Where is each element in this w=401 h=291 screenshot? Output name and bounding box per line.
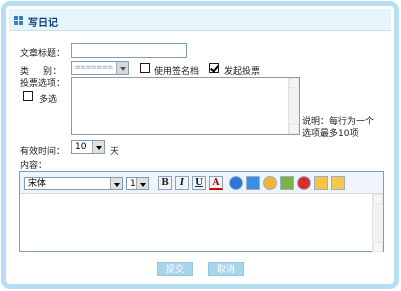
use-signature-checkbox[interactable]: [140, 63, 150, 73]
start-poll-label: 发起投票: [224, 67, 261, 77]
start-poll-checkbox[interactable]: [209, 63, 219, 73]
submit-button[interactable]: 提交: [157, 262, 193, 276]
chevron-down-icon: [136, 178, 148, 189]
chevron-down-icon: [110, 178, 122, 189]
editor-toolbar: 宋体 1 B I U A: [20, 172, 383, 194]
font-family-select[interactable]: 宋体: [24, 177, 123, 190]
underline-icon[interactable]: U: [192, 176, 206, 190]
media-icon[interactable]: [314, 176, 328, 190]
font-family-value: 宋体: [28, 179, 47, 189]
rich-text-editor[interactable]: 宋体 1 B I U A: [19, 171, 384, 252]
poll-note-line2: 选项最多10项: [302, 129, 359, 139]
poll-options-textarea[interactable]: [71, 77, 300, 135]
refresh-icon[interactable]: [246, 176, 260, 190]
emoticon-icon[interactable]: [263, 176, 277, 190]
scroll-down-icon[interactable]: [373, 242, 383, 252]
chevron-down-icon: [116, 62, 128, 74]
valid-time-value: 10: [75, 142, 87, 152]
font-color-icon[interactable]: A: [209, 176, 223, 190]
globe-link-icon[interactable]: [229, 176, 243, 190]
flash-icon[interactable]: [297, 176, 311, 190]
grid-icon: [14, 16, 23, 25]
valid-time-label: 有效时间：: [20, 147, 66, 157]
use-signature-label: 使用签名档: [154, 67, 200, 77]
category-select[interactable]: =======: [71, 61, 129, 75]
chevron-down-icon: [92, 141, 104, 153]
multi-select-checkbox[interactable]: [23, 91, 33, 101]
valid-time-select[interactable]: 10: [71, 140, 105, 154]
multi-select-label: 多选: [39, 95, 58, 105]
scroll-down-icon[interactable]: [289, 124, 299, 134]
title-label: 文章标题：: [20, 49, 66, 59]
scroll-up-icon[interactable]: [289, 78, 299, 88]
editor-scrollbar[interactable]: [372, 194, 383, 252]
page-title: 写日记: [28, 18, 58, 29]
note-icon[interactable]: [331, 176, 345, 190]
valid-time-unit: 天: [110, 147, 120, 157]
panel-header: 写日记: [9, 9, 391, 31]
font-size-select[interactable]: 1: [126, 177, 149, 190]
scrollbar[interactable]: [288, 78, 299, 134]
title-input[interactable]: [71, 43, 187, 58]
image-icon[interactable]: [280, 176, 294, 190]
cancel-button[interactable]: 取消: [208, 262, 244, 276]
content-label: 内容：: [20, 161, 48, 171]
bold-icon[interactable]: B: [158, 176, 172, 190]
poll-options-label: 投票选项：: [20, 79, 66, 89]
scroll-up-icon[interactable]: [373, 194, 383, 204]
category-value: =======: [75, 63, 113, 73]
font-size-value: 1: [130, 179, 136, 189]
italic-icon[interactable]: I: [175, 176, 189, 190]
